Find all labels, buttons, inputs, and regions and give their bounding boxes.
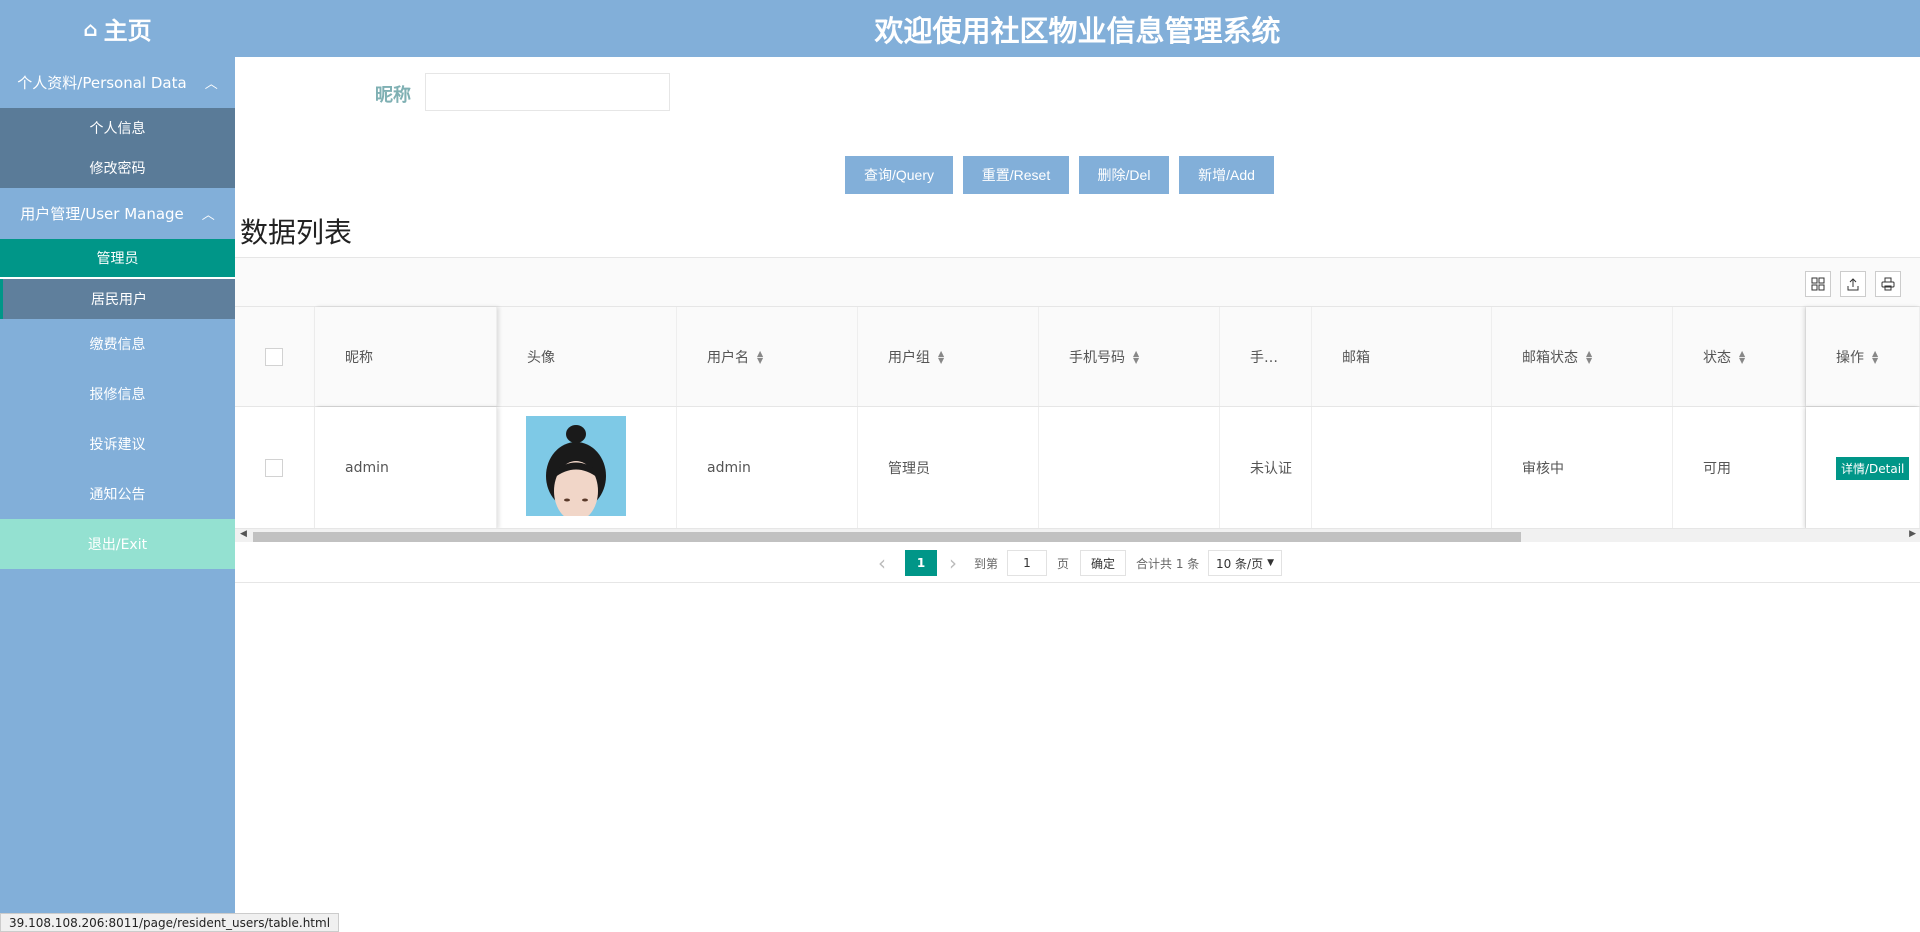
sidebar-item-admin[interactable]: 管理员 — [0, 239, 235, 279]
header-phone[interactable]: 手机号码 ▲ ▼ — [1039, 307, 1220, 406]
table-toolbar — [235, 257, 1920, 307]
delete-button[interactable]: 删除/Del — [1079, 156, 1169, 194]
cell-action: 详情/Detail — [1806, 407, 1920, 529]
scrollbar-thumb[interactable] — [253, 532, 1521, 542]
avatar — [526, 416, 626, 516]
cell-email — [1312, 407, 1492, 529]
sidebar-group-label: 个人资料/Personal Data — [17, 74, 187, 92]
main-content: 昵称 查询/Query 重置/Reset 删除/Del 新增/Add 数据列表 … — [235, 57, 1920, 932]
page-size-select[interactable]: 10 条/页 ▼ — [1208, 550, 1282, 576]
goto-page-input[interactable]: 1 — [1007, 550, 1047, 576]
app-title: 欢迎使用社区物业信息管理系统 — [874, 13, 1281, 48]
row-checkbox-cell — [235, 407, 315, 529]
export-icon[interactable] — [1840, 271, 1866, 297]
header-label: 昵称 — [345, 349, 373, 366]
list-title: 数据列表 — [240, 216, 353, 249]
header-email-status[interactable]: 邮箱状态 ▲ ▼ — [1492, 307, 1673, 406]
header-username[interactable]: 用户名 ▲ ▼ — [677, 307, 858, 406]
header-label: 用户组 — [888, 349, 930, 366]
header-label: 邮箱 — [1342, 349, 1370, 366]
page-size-value: 10 条/页 — [1215, 556, 1264, 571]
cell-group: 管理员 — [858, 407, 1039, 529]
scroll-left-icon[interactable]: ◀ — [240, 529, 247, 539]
home-label: 主页 — [103, 17, 152, 45]
top-bar: ⌂ 主页 欢迎使用社区物业信息管理系统 — [0, 0, 1920, 57]
scroll-right-icon[interactable]: ▶ — [1909, 529, 1916, 539]
prev-page-icon[interactable]: ‹ — [878, 550, 886, 576]
header-label: 状态 — [1703, 349, 1731, 366]
add-button[interactable]: 新增/Add — [1179, 156, 1274, 194]
next-page-icon[interactable]: › — [949, 550, 957, 576]
search-label: 昵称 — [375, 85, 411, 106]
columns-icon[interactable] — [1805, 271, 1831, 297]
header-action[interactable]: 操作 ▲ ▼ — [1806, 307, 1920, 406]
status-bar-url: 39.108.108.206:8011/page/resident_users/… — [0, 913, 340, 932]
chevron-up-icon: ︿ — [201, 208, 215, 223]
row-checkbox[interactable] — [265, 459, 283, 477]
data-table: 昵称 头像 用户名 ▲ ▼ 用户组 ▲ ▼ 手机号码 ▲ ▼ 手… 邮箱 邮箱状… — [235, 307, 1920, 531]
cell-state: 可用 — [1673, 407, 1806, 529]
sort-icon[interactable]: ▲ ▼ — [1133, 349, 1139, 364]
header-label: 头像 — [527, 349, 555, 366]
header-label: 操作 — [1836, 349, 1864, 366]
header-nickname: 昵称 — [315, 307, 497, 406]
pagination: ‹ 1 › 到第 1 页 确定 合计共 1 条 10 条/页 ▼ — [235, 543, 1920, 583]
sidebar-item-payment[interactable]: 缴费信息 — [0, 319, 235, 369]
cell-avatar — [497, 407, 677, 529]
sidebar-item-personal-info[interactable]: 个人信息 — [0, 108, 235, 148]
sidebar-group-label: 用户管理/User Manage — [20, 205, 184, 223]
cell-email-status: 审核中 — [1492, 407, 1673, 529]
total-count: 合计共 1 条 — [1136, 556, 1200, 571]
header-group[interactable]: 用户组 ▲ ▼ — [858, 307, 1039, 406]
page-1-button[interactable]: 1 — [905, 550, 937, 576]
table-header: 昵称 头像 用户名 ▲ ▼ 用户组 ▲ ▼ 手机号码 ▲ ▼ 手… 邮箱 邮箱状… — [235, 307, 1920, 407]
header-checkbox-cell — [235, 307, 315, 406]
sidebar-item-change-password[interactable]: 修改密码 — [0, 148, 235, 188]
goto-label: 到第 — [974, 556, 999, 571]
query-button[interactable]: 查询/Query — [845, 156, 953, 194]
sidebar-item-notice[interactable]: 通知公告 — [0, 469, 235, 519]
home-link[interactable]: ⌂ 主页 — [0, 0, 235, 57]
nickname-search-input[interactable] — [425, 73, 670, 111]
print-icon[interactable] — [1875, 271, 1901, 297]
cell-phone — [1039, 407, 1220, 529]
sidebar-item-exit[interactable]: 退出/Exit — [0, 519, 235, 569]
cell-phone-status: 未认证 — [1220, 407, 1312, 529]
header-label: 邮箱状态 — [1522, 349, 1578, 366]
table-row: admin admin 管理员 未认证 审核中 可用 详情/Detail — [235, 407, 1920, 529]
sort-icon[interactable]: ▲ ▼ — [757, 349, 763, 364]
sidebar-submenu-users: 管理员 居民用户 — [0, 239, 235, 319]
cell-nickname: admin — [315, 407, 497, 529]
reset-button[interactable]: 重置/Reset — [963, 156, 1069, 194]
sidebar-group-user-manage[interactable]: 用户管理/User Manage ︿ — [0, 188, 235, 239]
header-label: 用户名 — [707, 349, 749, 366]
header-label: 手… — [1250, 349, 1278, 366]
sidebar-item-resident-users[interactable]: 居民用户 — [0, 279, 235, 319]
header-email: 邮箱 — [1312, 307, 1492, 406]
page-unit-label: 页 — [1057, 556, 1070, 571]
header-label: 手机号码 — [1069, 349, 1125, 366]
sort-icon[interactable]: ▲ ▼ — [938, 349, 944, 364]
goto-confirm-button[interactable]: 确定 — [1080, 550, 1126, 576]
header-phone-status: 手… — [1220, 307, 1312, 406]
detail-button[interactable]: 详情/Detail — [1836, 456, 1910, 480]
horizontal-scrollbar[interactable]: ◀ ▶ — [235, 528, 1920, 542]
sidebar-group-personal-data[interactable]: 个人资料/Personal Data ︿ — [0, 57, 235, 108]
sidebar-item-complaint[interactable]: 投诉建议 — [0, 419, 235, 469]
chevron-down-icon: ▼ — [1267, 558, 1275, 568]
sidebar: 个人资料/Personal Data ︿ 个人信息 修改密码 用户管理/User… — [0, 57, 235, 932]
select-all-checkbox[interactable] — [265, 347, 283, 366]
sidebar-item-repair[interactable]: 报修信息 — [0, 369, 235, 419]
sort-icon[interactable]: ▲ ▼ — [1586, 349, 1592, 364]
sidebar-submenu-personal: 个人信息 修改密码 — [0, 108, 235, 188]
home-icon: ⌂ — [83, 16, 98, 41]
sort-icon[interactable]: ▲ ▼ — [1739, 349, 1745, 364]
header-state[interactable]: 状态 ▲ ▼ — [1673, 307, 1806, 406]
cell-username: admin — [677, 407, 858, 529]
sort-icon[interactable]: ▲ ▼ — [1872, 349, 1878, 364]
chevron-up-icon: ︿ — [204, 77, 218, 92]
header-avatar: 头像 — [497, 307, 677, 406]
